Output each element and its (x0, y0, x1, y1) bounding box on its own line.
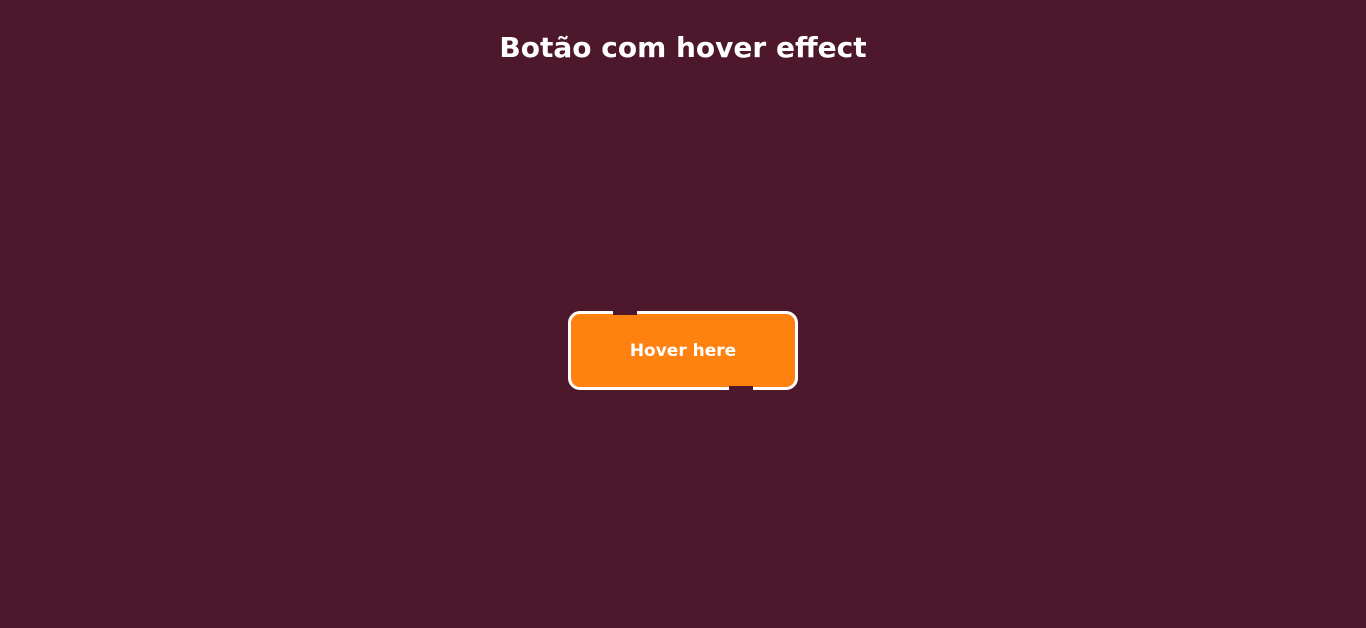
button-top-notch (613, 311, 637, 315)
page-canvas: Botão com hover effect Hover here (0, 0, 1366, 628)
hover-button-label: Hover here (629, 340, 737, 361)
page-title: Botão com hover effect (499, 31, 867, 64)
button-bottom-notch (729, 386, 753, 390)
hover-button[interactable]: Hover here (568, 311, 798, 390)
